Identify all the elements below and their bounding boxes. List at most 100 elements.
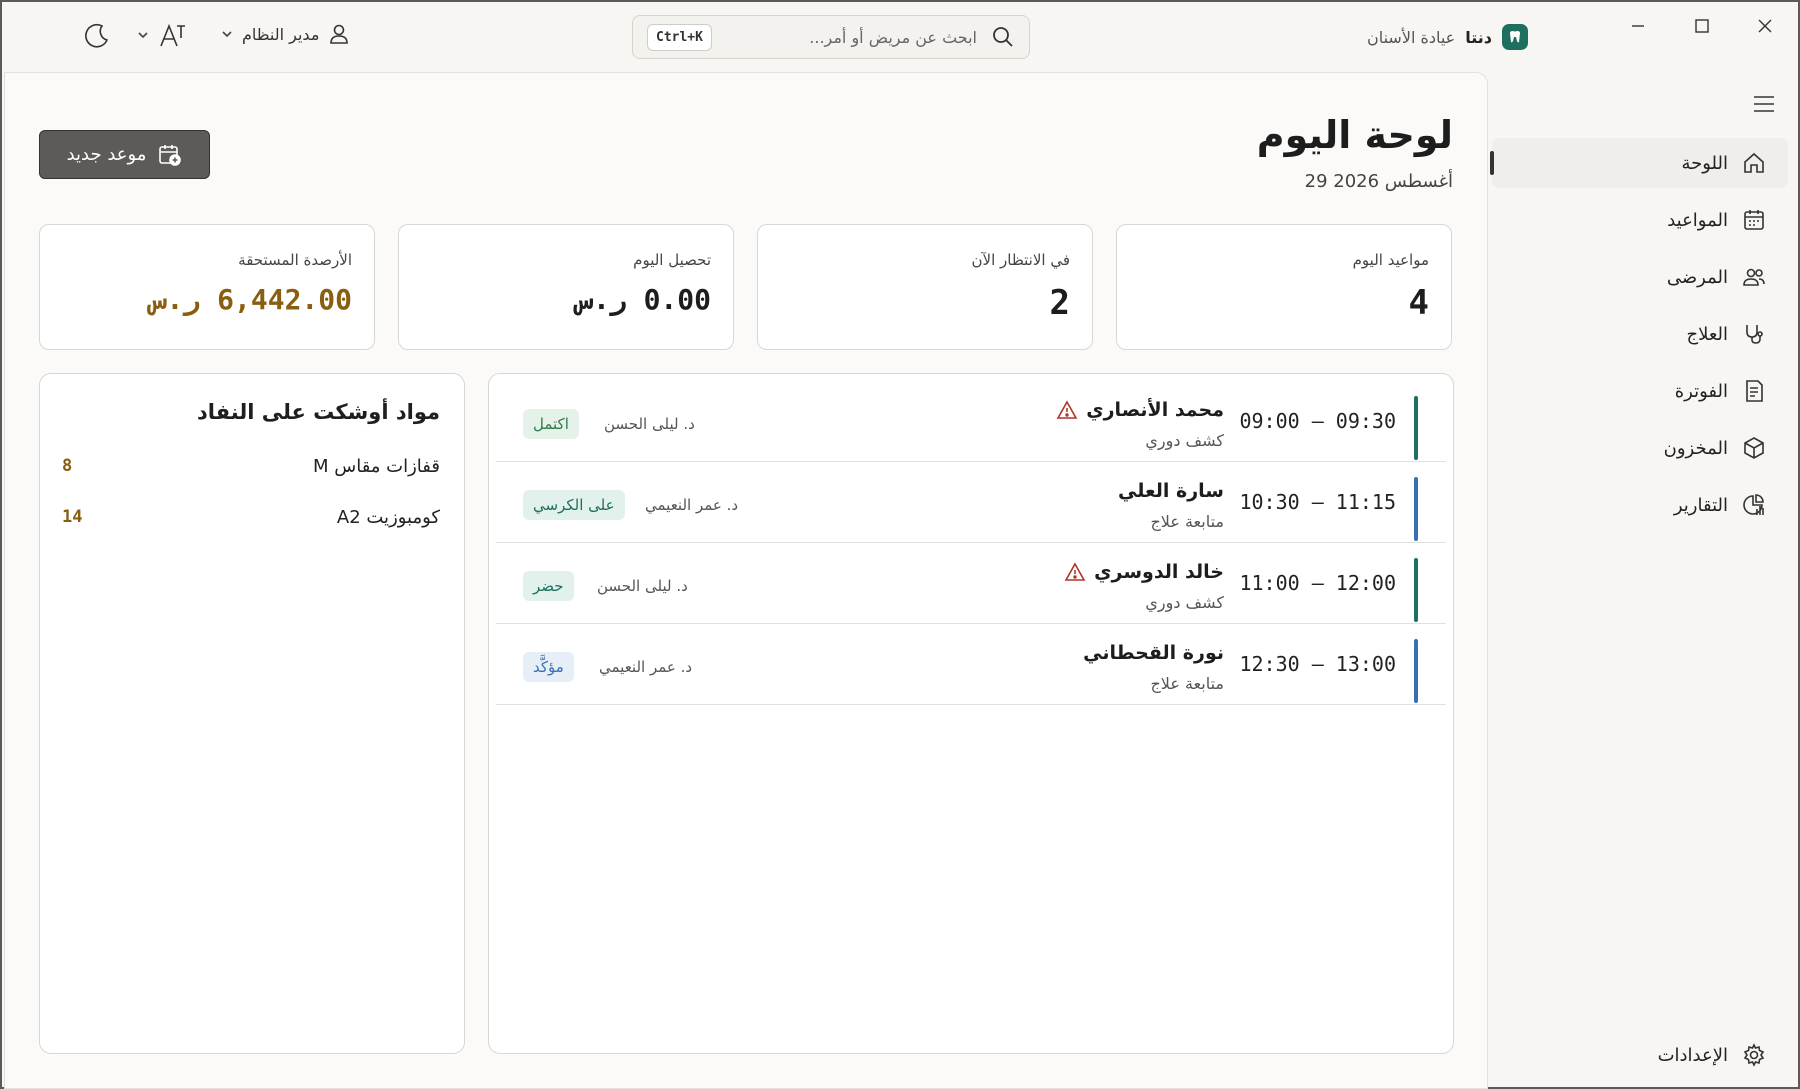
appointment-time: 09:00 – 09:30	[1239, 409, 1396, 433]
sidebar-item-patients[interactable]: المرضى	[1492, 252, 1788, 302]
sidebar-item-treatment[interactable]: العلاج	[1492, 309, 1788, 359]
stat-label: مواعيد اليوم	[1352, 251, 1429, 269]
stat-card-waiting: في الانتظار الآن 2	[757, 224, 1093, 350]
status-color-bar	[1414, 639, 1418, 703]
appointment-type: متابعة علاج	[1150, 674, 1224, 693]
maximize-window-button[interactable]	[1674, 8, 1730, 44]
search-placeholder: ابحث عن مريض أو أمر...	[809, 27, 977, 47]
font-size-icon	[160, 23, 185, 47]
app-subtitle: عيادة الأسنان	[1366, 27, 1456, 47]
gear-icon	[1743, 1043, 1765, 1067]
app-brand: دنتا عيادة الأسنان	[1367, 24, 1528, 50]
minimize-icon	[1632, 25, 1644, 27]
chevron-down-icon	[138, 32, 148, 39]
sidebar-item-billing[interactable]: الفوترة	[1492, 366, 1788, 416]
status-color-bar	[1414, 477, 1418, 541]
main-panel: لوحة اليوم 29 أغسطس 2026 موعد جديد مواعي…	[4, 72, 1488, 1089]
stat-value: 2	[1049, 283, 1070, 323]
sidebar-item-label: المرضى	[1666, 266, 1728, 288]
alert-triangle-icon	[1056, 400, 1078, 419]
sidebar: اللوحة المواعيد المرضى العلاج الفوترة ال…	[1490, 72, 1800, 1089]
status-badge: على الكرسي	[523, 490, 625, 520]
new-appointment-label: موعد جديد	[66, 144, 147, 165]
status-color-bar	[1414, 558, 1418, 622]
appointment-time: 12:30 – 13:00	[1239, 652, 1396, 676]
low-stock-item[interactable]: قفازات مقاس M 8	[62, 456, 440, 477]
close-window-button[interactable]	[1737, 8, 1793, 44]
sidebar-item-appointments[interactable]: المواعيد	[1492, 195, 1788, 245]
doctor-name: د. ليلى الحسن	[604, 415, 695, 433]
maximize-icon	[1695, 19, 1709, 33]
stat-value: 4	[1408, 283, 1429, 323]
doctor-name: د. عمر النعيمي	[645, 496, 739, 514]
doctor-name: د. عمر النعيمي	[599, 658, 693, 676]
patient-name-text: خالد الدوسري	[1094, 561, 1224, 583]
low-stock-panel: مواد أوشكت على النفاد قفازات مقاس M 8 كو…	[39, 373, 465, 1054]
patient-name: محمد الأنصاري	[1056, 399, 1224, 421]
stat-value: 0.00 ر.س	[576, 283, 711, 316]
sidebar-item-label: الإعدادات	[1657, 1044, 1728, 1066]
appointment-row[interactable]: 10:30 – 11:15 سارة العلي متابعة علاج د. …	[496, 462, 1446, 543]
sidebar-item-reports[interactable]: التقارير	[1492, 480, 1788, 530]
appointment-row[interactable]: 09:00 – 09:30 محمد الأنصاري كشف دوري د. …	[496, 381, 1446, 462]
user-role: مدير النظام	[242, 24, 320, 44]
stethoscope-icon	[1746, 325, 1763, 344]
item-name: قفازات مقاس M	[312, 456, 440, 477]
user-icon	[330, 24, 349, 44]
title-bar: دنتا عيادة الأسنان ابحث عن مريض أو أمر..…	[2, 2, 1798, 72]
item-name: كومبوزيت A2	[336, 507, 440, 528]
stat-label: الأرصدة المستحقة	[238, 251, 352, 269]
close-icon	[1758, 19, 1772, 33]
stat-card-today-appointments: مواعيد اليوم 4	[1116, 224, 1452, 350]
sidebar-item-label: المخزون	[1663, 437, 1728, 459]
users-icon	[1743, 268, 1765, 286]
low-stock-title: مواد أوشكت على النفاد	[196, 400, 440, 424]
app-window: دنتا عيادة الأسنان ابحث عن مريض أو أمر..…	[0, 0, 1800, 1089]
stat-value: 6,442.00 ر.س	[149, 283, 352, 316]
chevron-down-icon	[222, 31, 232, 38]
global-search[interactable]: ابحث عن مريض أو أمر... Ctrl+K	[632, 15, 1030, 59]
appointment-type: متابعة علاج	[1150, 512, 1224, 531]
patient-name-text: محمد الأنصاري	[1086, 399, 1224, 421]
sidebar-item-label: اللوحة	[1681, 152, 1728, 174]
low-stock-item[interactable]: كومبوزيت A2 14	[62, 507, 440, 528]
appointment-type: كشف دوري	[1145, 593, 1224, 612]
status-badge: اكتمل	[523, 409, 579, 439]
tooth-logo-icon	[1502, 24, 1528, 50]
sidebar-item-dashboard[interactable]: اللوحة	[1490, 138, 1788, 188]
doctor-name: د. ليلى الحسن	[597, 577, 688, 595]
status-badge: مؤكَّد	[523, 652, 574, 682]
box-icon	[1744, 437, 1764, 459]
appointment-time: 11:00 – 12:00	[1239, 571, 1396, 595]
stat-label: تحصيل اليوم	[633, 251, 711, 269]
appointments-list: 09:00 – 09:30 محمد الأنصاري كشف دوري د. …	[488, 373, 1454, 1054]
menu-toggle-button[interactable]	[1752, 94, 1776, 118]
calendar-add-icon	[159, 144, 182, 166]
stat-label: في الانتظار الآن	[971, 251, 1071, 269]
patient-name-text: سارة العلي	[1118, 480, 1224, 502]
page-title: لوحة اليوم	[1256, 113, 1453, 157]
patient-name: سارة العلي	[1118, 480, 1224, 502]
patient-name: نورة القحطاني	[1083, 642, 1224, 664]
dark-mode-toggle[interactable]	[82, 22, 110, 54]
minimize-window-button[interactable]	[1610, 8, 1666, 44]
sidebar-item-label: المواعيد	[1667, 209, 1728, 231]
item-qty: 8	[62, 456, 73, 476]
new-appointment-button[interactable]: موعد جديد	[39, 130, 210, 179]
sidebar-item-label: التقارير	[1673, 494, 1728, 516]
app-name: دنتا	[1465, 27, 1492, 47]
font-size-menu[interactable]	[136, 20, 188, 50]
user-menu[interactable]: مدير النظام	[220, 22, 351, 46]
home-icon	[1744, 152, 1764, 173]
stat-card-today-collection: تحصيل اليوم 0.00 ر.س	[398, 224, 734, 350]
appointment-row[interactable]: 11:00 – 12:00 خالد الدوسري كشف دوري د. ل…	[496, 543, 1446, 624]
sidebar-item-label: الفوترة	[1674, 380, 1728, 402]
appointment-type: كشف دوري	[1145, 431, 1224, 450]
appointment-row[interactable]: 12:30 – 13:00 نورة القحطاني متابعة علاج …	[496, 624, 1446, 705]
sidebar-item-settings[interactable]: الإعدادات	[1492, 1030, 1788, 1080]
chart-icon	[1743, 494, 1764, 515]
search-icon	[993, 27, 1013, 47]
sidebar-item-inventory[interactable]: المخزون	[1492, 423, 1788, 473]
search-shortcut-badge: Ctrl+K	[647, 23, 712, 51]
appointment-time: 10:30 – 11:15	[1239, 490, 1396, 514]
